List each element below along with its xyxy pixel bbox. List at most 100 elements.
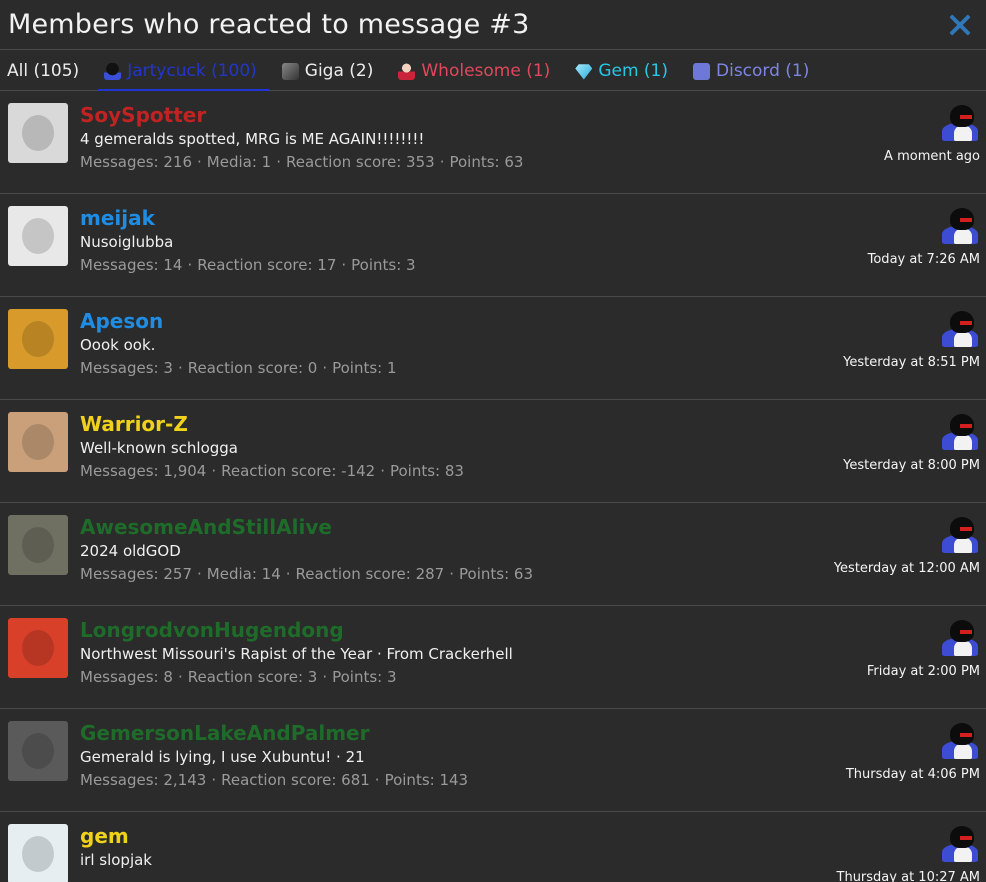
tab-label: Giga (2) [304,61,374,81]
stat-separator: · [211,462,217,480]
reaction-info: Yesterday at 8:00 PM [800,414,980,473]
stat-separator: · [197,565,202,583]
reaction-time: Thursday at 4:06 PM [845,767,980,782]
reaction-time: Today at 7:26 AM [867,252,980,267]
gem-icon [575,64,593,80]
reaction-info: Today at 7:26 AM [800,208,980,267]
stat-separator: · [322,359,328,377]
stat-item: Points: 83 [389,462,464,480]
list-item: Warrior-Z Well-known schlogga Messages: … [0,400,986,503]
stat-separator: · [341,256,347,274]
stat-item: Points: 3 [351,256,416,274]
list-item: GemersonLakeAndPalmer Gemerald is lying,… [0,709,986,812]
tab-jartycuck[interactable]: Jartycuck (100) [98,50,269,91]
list-item: AwesomeAndStillAlive 2024 oldGOD Message… [0,503,986,606]
penguin-reaction-icon [940,311,980,349]
tab-label: Wholesome (1) [421,61,551,81]
stat-item: Points: 143 [384,771,469,789]
penguin-reaction-icon [940,105,980,143]
stat-item: Messages: 2,143 [80,771,207,789]
penguin-reaction-icon [940,414,980,452]
penguin-icon [104,62,122,80]
stat-item: Messages: 216 [80,153,193,171]
tab-discord[interactable]: Discord (1) [693,50,809,90]
avatar[interactable] [8,721,68,781]
reaction-info: Friday at 2:00 PM [800,620,980,679]
tab-giga[interactable]: Giga (2) [281,50,374,90]
tab-gem[interactable]: Gem (1) [575,50,668,90]
tab-label: All (105) [7,61,80,81]
stat-separator: · [177,668,183,686]
stat-item: Points: 63 [459,565,533,583]
list-item: SoySpotter 4 gemeralds spotted, MRG is M… [0,91,986,194]
stat-separator: · [187,256,193,274]
stat-separator: · [322,668,328,686]
stat-item: Messages: 1,904 [80,462,207,480]
stat-separator: · [177,359,183,377]
stat-item: Reaction score: 0 [187,359,318,377]
reaction-info: Thursday at 10:27 AM [800,826,980,882]
reaction-time: Friday at 2:00 PM [866,664,980,679]
stat-item: Media: 14 [206,565,281,583]
stat-item: Reaction score: 353 [286,153,435,171]
avatar[interactable] [8,103,68,163]
wholesome-icon [398,62,416,80]
stat-separator: · [374,771,380,789]
penguin-reaction-icon [940,826,980,864]
discord-icon [693,62,710,80]
list-item: meijak Nusoiglubba Messages: 14 · Reaction… [0,194,986,297]
stat-separator: · [197,153,202,171]
tab-all[interactable]: All (105) [7,50,79,90]
member-list: SoySpotter 4 gemeralds spotted, MRG is M… [0,91,986,882]
avatar[interactable] [8,515,68,575]
reaction-tabs: All (105) Jartycuck (100) Giga (2) Whole… [0,50,986,91]
reaction-info: Yesterday at 8:51 PM [800,311,980,370]
reaction-time: Yesterday at 8:00 PM [843,458,980,473]
avatar[interactable] [8,206,68,266]
penguin-reaction-icon [940,208,980,246]
avatar[interactable] [8,824,68,882]
stat-item: Reaction score: 287 [295,565,445,583]
stat-separator: · [449,565,455,583]
list-item: LongrodvonHugendong Northwest Missouri's… [0,606,986,709]
stat-item: Messages: 14 [80,256,183,274]
stat-item: Reaction score: 681 [221,771,370,789]
dialog-header: Members who reacted to message #3 [0,0,986,50]
avatar[interactable] [8,412,68,472]
tab-label: Gem (1) [598,61,668,81]
stat-separator: · [211,771,217,789]
reaction-time: Yesterday at 12:00 AM [833,561,980,576]
stat-separator: · [285,565,291,583]
close-icon[interactable] [948,13,972,37]
stat-separator: · [439,153,445,171]
list-item: Apeson Oook ook. Messages: 3 · Reaction sc… [0,297,986,400]
tab-label: Jartycuck (100) [127,61,257,81]
reaction-info: A moment ago [800,105,980,164]
reaction-time: Thursday at 10:27 AM [836,870,980,882]
stat-item: Points: 1 [332,359,397,377]
reaction-time: Yesterday at 8:51 PM [843,355,980,370]
penguin-reaction-icon [940,517,980,555]
stat-item: Media: 1 [206,153,272,171]
stat-separator: · [276,153,281,171]
stat-separator: · [380,462,385,480]
stat-item: Messages: 3 [80,359,173,377]
reaction-info: Thursday at 4:06 PM [800,723,980,782]
penguin-reaction-icon [940,620,980,658]
tab-wholesome[interactable]: Wholesome (1) [398,50,550,90]
stat-item: Messages: 257 [80,565,193,583]
avatar[interactable] [8,618,68,678]
stat-item: Points: 63 [449,153,524,171]
giga-icon [281,62,299,80]
tab-label: Discord (1) [716,61,810,81]
list-item: gem irl slopjak Thursday at 10:27 AM [0,812,986,882]
stat-item: Points: 3 [332,668,397,686]
dialog-title: Members who reacted to message #3 [8,9,530,40]
stat-item: Messages: 8 [80,668,173,686]
stat-item: Reaction score: 3 [187,668,318,686]
reaction-time: A moment ago [884,149,980,164]
stat-item: Reaction score: -142 [221,462,376,480]
penguin-reaction-icon [940,723,980,761]
stat-item: Reaction score: 17 [197,256,337,274]
avatar[interactable] [8,309,68,369]
